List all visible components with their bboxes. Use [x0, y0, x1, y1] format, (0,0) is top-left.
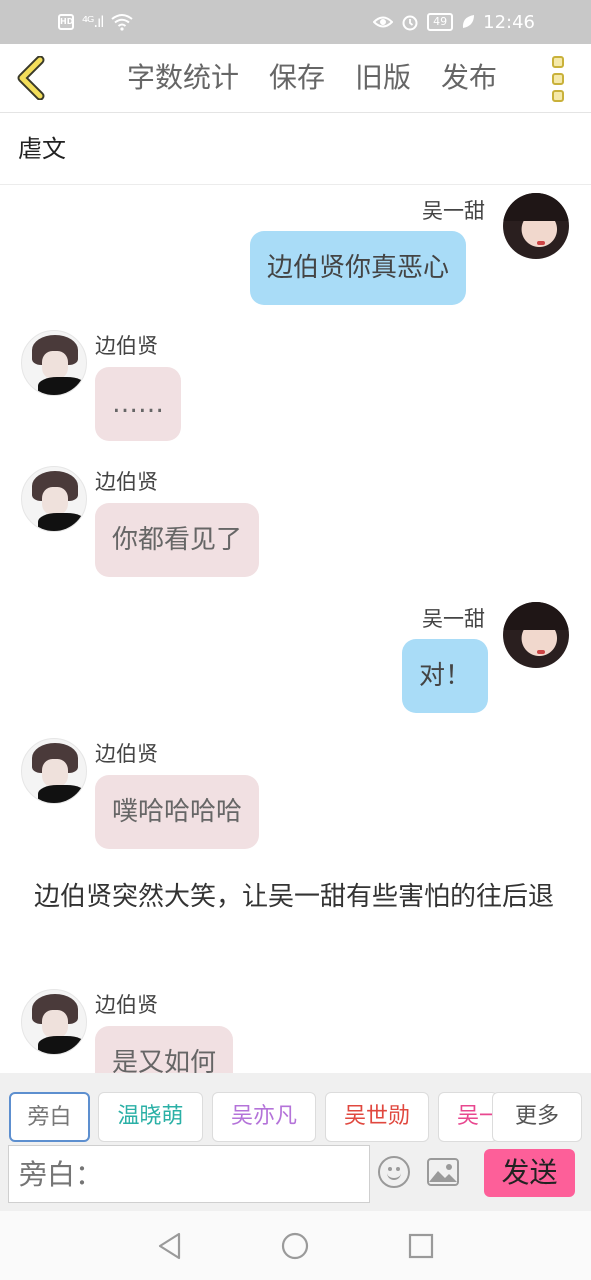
- role-selector: 旁白 温晓萌 吴亦凡 吴世勋 吴一甜 更多: [0, 1073, 591, 1145]
- nav-home-icon[interactable]: [280, 1231, 310, 1261]
- old-version-button[interactable]: 旧版: [355, 58, 411, 98]
- message-bubble[interactable]: 对！: [402, 639, 489, 713]
- more-roles-button[interactable]: 更多: [492, 1092, 582, 1142]
- save-button[interactable]: 保存: [269, 58, 325, 98]
- avatar[interactable]: [21, 989, 87, 1055]
- eye-icon: [373, 16, 394, 28]
- more-dot-icon: [552, 90, 564, 102]
- image-button[interactable]: [427, 1158, 459, 1186]
- message-bubble[interactable]: 是又如何: [95, 1026, 234, 1073]
- publish-button[interactable]: 发布: [441, 58, 497, 98]
- chat-area[interactable]: 吴一甜 边伯贤你真恶心 边伯贤 …… 边伯贤 你都看见了 吴一甜 对！ 边伯贤 …: [0, 186, 591, 1073]
- message-bubble[interactable]: 边伯贤你真恶心: [250, 231, 467, 305]
- input-bar: 发送: [0, 1145, 591, 1211]
- sender-name: 边伯贤: [95, 742, 158, 766]
- status-bar: HD ⁴ᴳ.ıl 49 12:46: [0, 0, 591, 44]
- emoji-icon: [388, 1167, 392, 1171]
- story-title[interactable]: 虐文: [0, 113, 591, 185]
- leaf-icon: [463, 15, 475, 28]
- message-bubble[interactable]: 你都看见了: [95, 503, 260, 577]
- role-tab[interactable]: 吴一甜: [438, 1092, 498, 1142]
- hd-icon: HD: [58, 14, 74, 30]
- avatar[interactable]: [21, 466, 87, 532]
- more-dot-icon: [552, 56, 564, 68]
- status-left: HD ⁴ᴳ.ıl: [58, 13, 134, 31]
- alarm-icon: [402, 15, 418, 31]
- sender-name: 边伯贤: [95, 334, 158, 358]
- emoji-button[interactable]: [378, 1156, 410, 1188]
- system-nav-bar: [0, 1211, 591, 1280]
- toolbar-actions: 字数统计 保存 旧版 发布: [127, 58, 497, 98]
- sender-name: 吴一甜: [422, 199, 485, 223]
- send-button[interactable]: 发送: [484, 1149, 575, 1197]
- nav-back-icon[interactable]: [155, 1231, 185, 1261]
- word-count-button[interactable]: 字数统计: [127, 58, 239, 98]
- avatar[interactable]: [21, 738, 87, 804]
- back-button[interactable]: [12, 55, 52, 101]
- message-bubble[interactable]: 噗哈哈哈哈: [95, 775, 260, 849]
- more-menu-button[interactable]: [548, 56, 568, 102]
- chevron-left-icon: [17, 55, 45, 101]
- avatar[interactable]: [503, 602, 569, 668]
- top-toolbar: 字数统计 保存 旧版 发布: [0, 44, 591, 113]
- app-root: HD ⁴ᴳ.ıl 49 12:46 字数统计 保存 旧版 发布 虐文 吴一甜 边…: [0, 0, 591, 1280]
- role-tab[interactable]: 吴亦凡: [212, 1092, 316, 1142]
- role-tab-narrator[interactable]: 旁白: [9, 1092, 90, 1142]
- nav-recents-icon[interactable]: [406, 1231, 436, 1261]
- image-icon: [429, 1164, 457, 1182]
- sender-name: 边伯贤: [95, 993, 158, 1017]
- narration-text[interactable]: 边伯贤突然大笑，让吴一甜有些害怕的往后退: [34, 877, 564, 917]
- avatar[interactable]: [21, 330, 87, 396]
- clock: 12:46: [483, 11, 535, 33]
- avatar[interactable]: [503, 193, 569, 259]
- wifi-icon: [111, 14, 134, 31]
- role-tab[interactable]: 温晓萌: [98, 1092, 203, 1142]
- message-input[interactable]: [8, 1145, 370, 1203]
- status-right: 49 12:46: [373, 12, 535, 33]
- role-tab[interactable]: 吴世勋: [325, 1092, 429, 1142]
- sender-name: 吴一甜: [422, 607, 485, 631]
- message-bubble[interactable]: ……: [95, 367, 181, 441]
- sender-name: 边伯贤: [95, 470, 158, 494]
- signal-icon: ⁴ᴳ.ıl: [82, 13, 104, 31]
- battery-icon: 49: [427, 13, 454, 31]
- more-dot-icon: [552, 73, 564, 85]
